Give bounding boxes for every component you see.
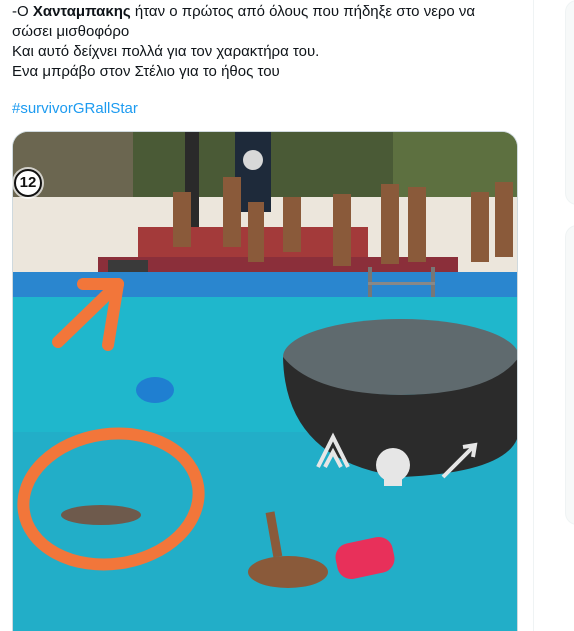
skull-emblem [243, 150, 263, 170]
swimmer-floating [61, 505, 141, 525]
tweet-line-1: -Ο Χανταμπακης ήταν ο πρώτος από όλους π… [12, 2, 522, 22]
blue-buoy [136, 377, 174, 403]
tweet-line-1-rest: ήταν ο πρώτος από όλους που πήδηξε στο ν… [130, 3, 476, 20]
tweet-media-image[interactable] [12, 131, 518, 631]
pool-scene-image [13, 132, 517, 631]
tweet-line-1-prefix: -Ο [12, 3, 33, 20]
sidebar-card-top[interactable] [565, 0, 574, 205]
ladder-rung [368, 282, 435, 285]
tweet-line-2: σώσει μισθοφόρο [12, 23, 130, 40]
swimmer-rescuer [248, 556, 328, 588]
hashtag-link[interactable]: #survivorGRallStar [12, 99, 138, 119]
tweet-text: -Ο Χανταμπακης ήταν ο πρώτος από όλους π… [12, 2, 522, 82]
number-badge: 12 [14, 169, 42, 197]
tweet-line-3: Και αυτό δείχνει πολλά για τον χαρακτήρα… [12, 43, 320, 60]
sidebar-card-bottom[interactable] [565, 225, 574, 525]
column-divider [533, 0, 534, 631]
tweet-bold-name: Χανταμπακης [32, 3, 131, 20]
tweet-line-4: Ενα μπράβο στον Στέλιο για το ήθος του [12, 63, 280, 80]
